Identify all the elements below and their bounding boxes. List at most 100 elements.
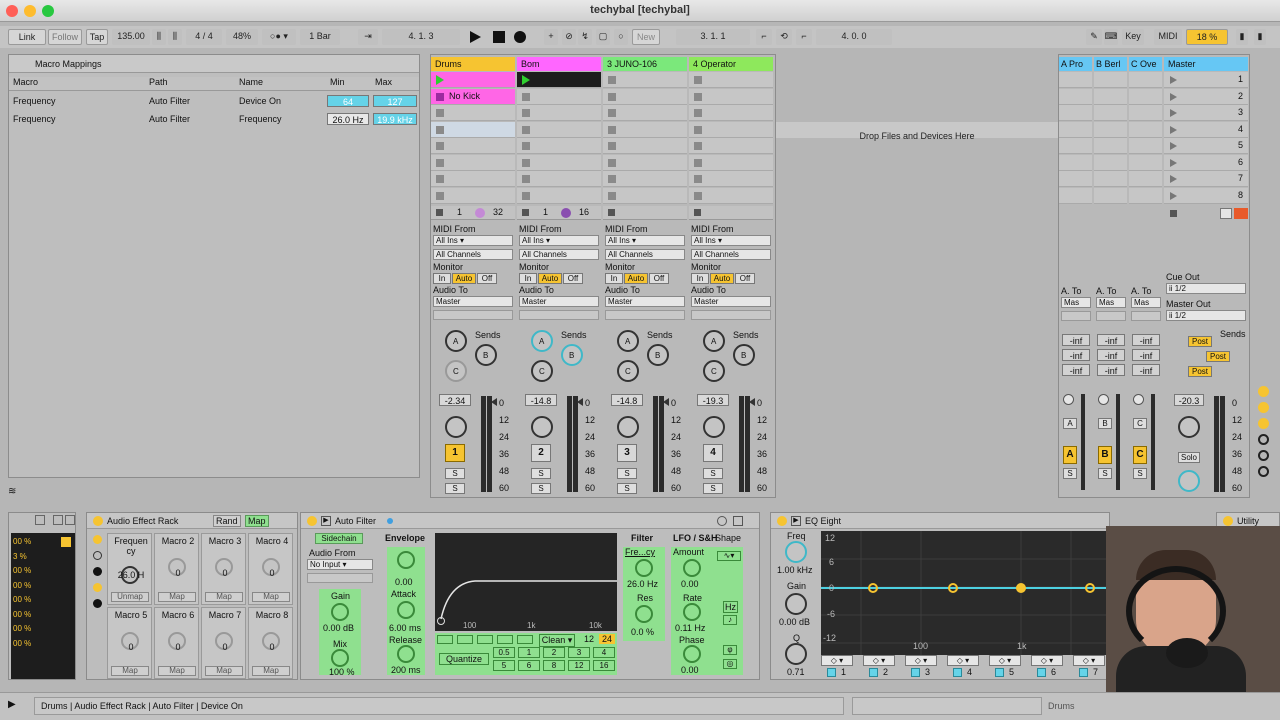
scene-row[interactable]: 8 <box>1164 187 1248 204</box>
return-slot[interactable] <box>1059 121 1092 138</box>
volume-value[interactable]: -19.3 <box>697 394 729 406</box>
record-icon[interactable] <box>514 31 526 43</box>
scene-launch-icon[interactable] <box>1170 109 1177 117</box>
scene-row[interactable]: 6 <box>1164 154 1248 171</box>
macro-map-button[interactable]: Map <box>111 666 149 676</box>
eq-band-3-handle[interactable] <box>1016 583 1026 593</box>
pan-knob[interactable] <box>445 416 467 438</box>
sync-note-icon[interactable]: ♪ <box>723 615 737 625</box>
return-send-value[interactable]: -inf <box>1097 349 1125 361</box>
nudge-icon[interactable]: ⫼ <box>152 29 166 45</box>
pan-knob[interactable] <box>531 416 553 438</box>
return-solo-button[interactable]: S <box>1133 468 1147 479</box>
clip-slot[interactable] <box>431 121 515 138</box>
variation-icon[interactable] <box>93 583 102 592</box>
loop-start-field[interactable]: 3. 1. 1 <box>676 29 750 45</box>
quantize-select[interactable]: 1 Bar <box>300 29 340 45</box>
play-icon[interactable] <box>470 31 481 43</box>
clip-slot-stop-icon[interactable] <box>694 125 702 134</box>
punch-in-icon[interactable]: ⌐ <box>756 29 772 45</box>
tap-button[interactable]: Tap <box>86 29 108 45</box>
device-view-icon[interactable] <box>93 567 102 576</box>
return-send-value[interactable]: -inf <box>1132 349 1160 361</box>
return-activator-button[interactable]: B <box>1098 446 1112 464</box>
monitor-off-button[interactable]: Off <box>477 273 497 284</box>
scene-launch-icon[interactable] <box>1170 175 1177 183</box>
post-button[interactable]: Post <box>1206 351 1230 362</box>
return-slot[interactable] <box>1094 121 1127 138</box>
lowpass-icon[interactable] <box>437 635 453 644</box>
eq-band-type-select[interactable]: ◇ ▾ <box>1073 655 1105 666</box>
chain-level[interactable]: 00 % <box>13 537 31 546</box>
scene-launch-icon[interactable] <box>1170 76 1177 84</box>
chain-expand-icon[interactable] <box>35 515 45 525</box>
return-channel-select[interactable] <box>1131 311 1161 321</box>
link-button[interactable]: Link <box>8 29 46 45</box>
return-slot[interactable] <box>1059 138 1092 154</box>
draw-mode-icon[interactable]: ✎ <box>1086 29 1102 45</box>
midi-channel-select[interactable]: All Channels <box>519 249 599 260</box>
macro-name[interactable]: Frequen cy <box>110 536 152 556</box>
chain-close-icon[interactable] <box>65 515 75 525</box>
track-header-drums[interactable]: Drums <box>431 57 515 71</box>
return-channel-select[interactable] <box>1096 311 1126 321</box>
return-audio-to-select[interactable]: Mas <box>1061 297 1091 308</box>
monitor-off-button[interactable]: Off <box>649 273 669 284</box>
clip-slot-stop-icon[interactable] <box>608 125 616 134</box>
track-header-juno[interactable]: 3 JUNO-106 <box>603 57 687 71</box>
arm-button[interactable]: S <box>703 483 723 494</box>
clip-slot-stop-icon[interactable] <box>694 76 702 84</box>
cue-volume-knob[interactable] <box>1178 470 1200 492</box>
eq-gain-knob[interactable] <box>785 593 807 615</box>
midi-channel-select[interactable]: All Channels <box>433 249 513 260</box>
bandpass-icon[interactable] <box>477 635 493 644</box>
clip-slot-stop-icon[interactable] <box>522 125 530 134</box>
clip-slot[interactable] <box>603 187 687 204</box>
clip-slot-stop-icon[interactable] <box>522 92 530 101</box>
rack-on-icon[interactable] <box>93 516 103 526</box>
return-slot[interactable] <box>1129 88 1162 105</box>
clip-slot[interactable] <box>603 121 687 138</box>
phase-mode-icon[interactable]: φ <box>723 645 737 655</box>
return-slot[interactable] <box>1094 187 1127 204</box>
eq-band-type-select[interactable]: ◇ ▾ <box>905 655 937 666</box>
volume-value[interactable]: -14.8 <box>611 394 643 406</box>
clip-slot-stop-icon[interactable] <box>608 142 616 150</box>
chain-level[interactable]: 00 % <box>13 595 31 604</box>
return-slot[interactable] <box>1059 171 1092 187</box>
clip-slot-stop-icon[interactable] <box>522 142 530 150</box>
tempo-field[interactable]: 135.00 <box>112 29 150 45</box>
punch-out-icon[interactable]: ⌐ <box>796 29 812 45</box>
chain-collapse-icon[interactable] <box>53 515 63 525</box>
clip-slot[interactable] <box>603 105 687 121</box>
stop-all-icon[interactable] <box>1170 210 1177 217</box>
return-slot[interactable] <box>1129 171 1162 187</box>
return-slot[interactable] <box>1129 138 1162 154</box>
clip-slot[interactable] <box>431 171 515 187</box>
macro-map-button[interactable]: Map <box>252 666 290 676</box>
macro-name[interactable]: Macro 7 <box>204 610 246 620</box>
clip-slot[interactable] <box>603 138 687 154</box>
track-activator-button[interactable]: 4 <box>703 444 723 462</box>
return-pan-icon[interactable] <box>1063 394 1074 405</box>
clip-slot-stop-icon[interactable] <box>694 142 702 150</box>
clip-slot[interactable] <box>517 187 601 204</box>
volume-value[interactable]: -2.34 <box>439 394 471 406</box>
return-pan-icon[interactable] <box>1098 394 1109 405</box>
gain-knob[interactable] <box>331 603 349 621</box>
clip-slot-stop-icon[interactable] <box>608 175 616 183</box>
hot-swap-icon[interactable] <box>717 516 727 526</box>
filter-handle[interactable] <box>437 617 445 625</box>
clip-playing-icon[interactable] <box>522 75 530 85</box>
crossfader-toggle-icon[interactable] <box>1258 450 1269 461</box>
pan-knob[interactable] <box>617 416 639 438</box>
return-slot[interactable] <box>1094 105 1127 121</box>
clip-slot-stop-icon[interactable] <box>436 142 444 150</box>
eq-band-type-select[interactable]: ◇ ▾ <box>821 655 853 666</box>
return-slot[interactable] <box>1094 88 1127 105</box>
track-activator-button[interactable]: 2 <box>531 444 551 462</box>
cue-out-select[interactable]: ii 1/2 <box>1166 283 1246 294</box>
notch-icon[interactable] <box>497 635 513 644</box>
arm-button[interactable]: S <box>617 483 637 494</box>
returns-toggle-icon[interactable] <box>1258 418 1269 429</box>
